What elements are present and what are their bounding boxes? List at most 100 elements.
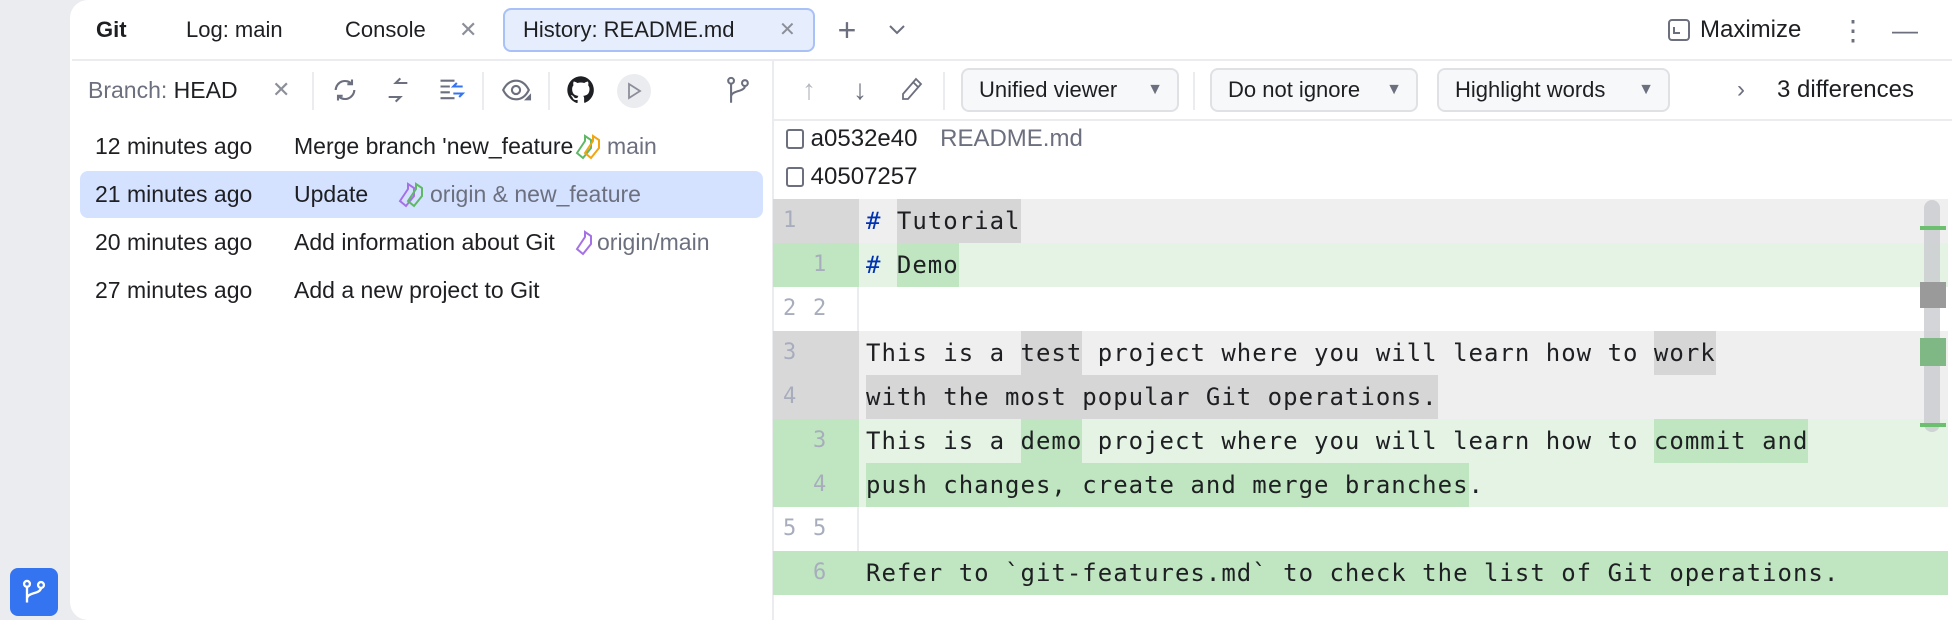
collapse-all-icon[interactable]	[433, 72, 469, 108]
highlight-dropdown-value: Highlight words	[1455, 77, 1606, 102]
old-line-number: 5	[783, 516, 797, 541]
previous-difference-icon[interactable]: ↑	[794, 72, 824, 108]
commit-time: 12 minutes ago	[95, 133, 253, 159]
diff-scrollbar[interactable]	[1924, 200, 1940, 432]
chevron-right-icon[interactable]: ›	[1728, 72, 1754, 108]
tab-console[interactable]: Console	[345, 8, 426, 52]
refresh-icon[interactable]	[327, 72, 363, 108]
chevron-down-icon[interactable]	[880, 10, 914, 50]
lock-icon	[786, 129, 804, 149]
line-gutter: 1	[773, 199, 859, 243]
more-options-icon[interactable]: ⋮	[1839, 10, 1867, 50]
git-branch-icon	[22, 579, 46, 603]
line-gutter: 3	[773, 419, 859, 463]
tab-history-readme[interactable]: History: README.md ✕	[503, 8, 815, 52]
differences-count: 3 differences	[1777, 76, 1914, 103]
code-text: #	[866, 251, 897, 279]
new-line-number: 5	[813, 516, 827, 541]
commit-ref-label: main	[607, 133, 657, 159]
line-gutter: 4	[773, 463, 859, 507]
github-icon[interactable]	[563, 72, 599, 108]
clear-branch-filter-icon[interactable]: ✕	[272, 68, 290, 112]
old-revision-header: a0532e40 README.md	[786, 120, 1083, 158]
commit-refs: main	[575, 123, 657, 170]
changed-word: demo	[1020, 419, 1083, 463]
commit-time: 27 minutes ago	[95, 277, 253, 303]
dropdown-arrow-icon: ▼	[1147, 81, 1163, 98]
tag-icon	[575, 133, 600, 159]
line-gutter: 4	[773, 375, 859, 419]
toolbar-separator	[482, 72, 484, 110]
diff-line[interactable]: 1 # Demo	[773, 243, 1948, 287]
change-marker	[1920, 423, 1946, 427]
tab-log-main[interactable]: Log: main	[186, 8, 283, 52]
viewer-dropdown[interactable]: Unified viewer ▼	[961, 68, 1179, 112]
code-text: This is a	[866, 339, 1021, 367]
dropdown-arrow-icon: ▼	[1638, 81, 1654, 98]
changed-word: work	[1653, 331, 1716, 375]
tag-icon	[575, 229, 592, 255]
diff-line[interactable]: 55	[773, 507, 1948, 551]
tab-history-label: History: README.md	[523, 17, 735, 42]
branch-filter-label: Branch:	[88, 77, 168, 103]
commit-refs: origin & new_feature	[398, 171, 641, 218]
changed-word: Demo	[896, 243, 959, 287]
dropdown-arrow-icon: ▼	[1386, 81, 1402, 98]
edit-icon[interactable]	[896, 72, 928, 108]
old-revision-hash[interactable]: a0532e40	[811, 125, 918, 152]
commit-message: Merge branch 'new_feature'	[294, 133, 574, 159]
branches-icon[interactable]	[720, 72, 756, 108]
diff-line[interactable]: 3 This is a test project where you will l…	[773, 331, 1948, 375]
toolbar-separator	[943, 72, 945, 110]
diff-line[interactable]: 6 Refer to `git-features.md` to check the…	[773, 551, 1948, 595]
change-marker	[1920, 338, 1946, 366]
change-marker	[1920, 282, 1946, 308]
branch-filter[interactable]: Branch: HEAD	[88, 60, 238, 120]
collapse-icon[interactable]	[380, 72, 416, 108]
line-gutter: 22	[773, 287, 859, 331]
eye-icon[interactable]	[496, 72, 536, 108]
code-text: This is a	[866, 427, 1021, 455]
new-revision-hash[interactable]: 40507257	[811, 163, 918, 190]
diff-line[interactable]: 4 push changes, create and merge branches…	[773, 463, 1948, 507]
changed-word: test	[1020, 331, 1083, 375]
new-line-number: 4	[813, 472, 827, 497]
line-content: push changes, create and merge branches.	[866, 463, 1484, 507]
new-revision-header: 40507257	[786, 158, 917, 196]
close-history-tab-icon[interactable]: ✕	[779, 10, 796, 50]
commit-row[interactable]: 20 minutes ago Add information about Git…	[80, 219, 763, 266]
commit-row[interactable]: 12 minutes ago Merge branch 'new_feature…	[80, 123, 763, 170]
next-difference-icon[interactable]: ↓	[845, 72, 875, 108]
highlight-dropdown[interactable]: Highlight words ▼	[1437, 68, 1670, 112]
ignore-dropdown[interactable]: Do not ignore ▼	[1210, 68, 1418, 112]
commit-time: 21 minutes ago	[95, 181, 253, 207]
tabbar-divider	[72, 59, 1952, 61]
minimize-icon[interactable]: —	[1890, 10, 1920, 50]
commit-refs: origin/main	[575, 219, 710, 266]
tab-git-title: Git	[96, 17, 127, 42]
diff-line[interactable]: 4 with the most popular Git operations.	[773, 375, 1948, 419]
code-text: project where you will learn how to	[1082, 339, 1654, 367]
diff-line[interactable]: 22	[773, 287, 1948, 331]
close-console-tab-icon[interactable]: ✕	[459, 8, 477, 52]
old-line-number: 1	[783, 208, 797, 233]
diff-line[interactable]: 1 # Tutorial	[773, 199, 1948, 243]
viewer-dropdown-value: Unified viewer	[979, 77, 1118, 102]
commit-message: Add information about Git	[294, 229, 555, 255]
diff-line[interactable]: 3 This is a demo project where you will l…	[773, 419, 1948, 463]
maximize-button[interactable]: Maximize	[1700, 8, 1801, 52]
tag-icon	[398, 181, 423, 207]
toolbar-separator	[312, 72, 314, 110]
changed-word: commit and	[1653, 419, 1809, 463]
changed-word: with the most popular Git operations.	[866, 375, 1438, 419]
new-line-number: 3	[813, 428, 827, 453]
old-line-number: 2	[783, 296, 797, 321]
line-gutter: 3	[773, 331, 859, 375]
commit-row[interactable]: 27 minutes ago Add a new project to Git	[80, 267, 763, 314]
git-tool-window-button[interactable]	[10, 568, 58, 616]
add-tab-icon[interactable]: +	[830, 10, 864, 50]
play-icon[interactable]	[617, 74, 651, 108]
line-gutter: 55	[773, 507, 859, 551]
commit-message: Add a new project to Git	[294, 277, 540, 303]
commit-row[interactable]: 21 minutes ago Update origin & new_featur…	[80, 171, 763, 218]
